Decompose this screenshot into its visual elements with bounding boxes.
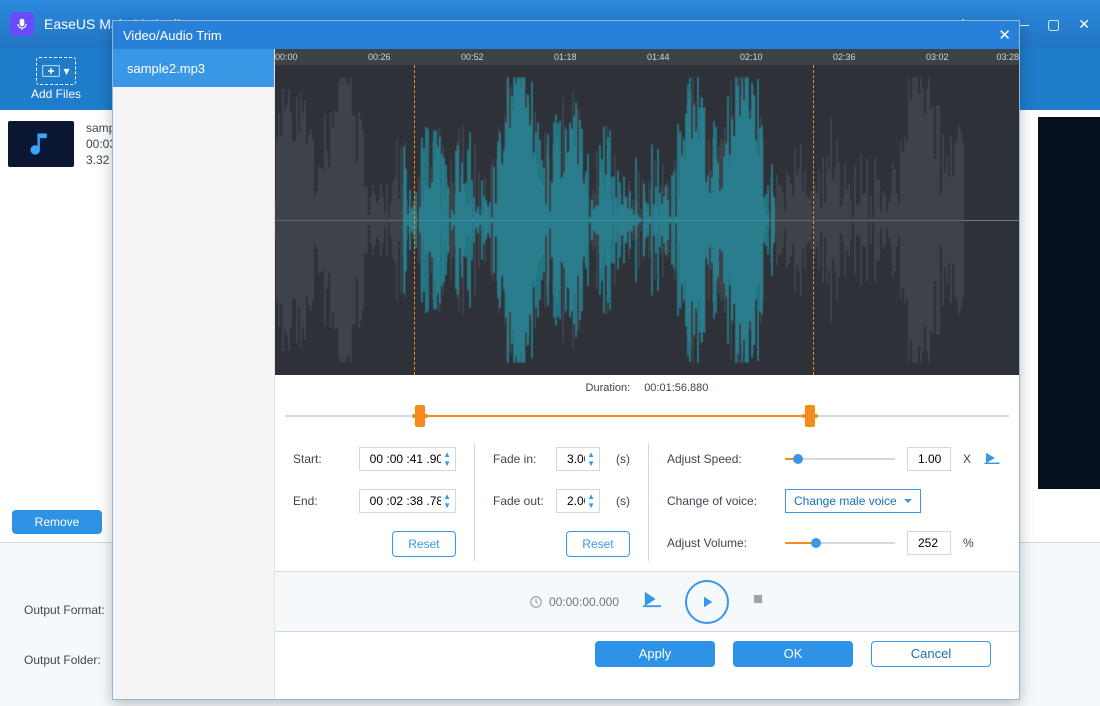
end-label: End: [293, 494, 347, 508]
window-close-icon[interactable]: ✕ [1078, 16, 1090, 33]
volume-value[interactable] [907, 531, 951, 555]
apply-button[interactable]: Apply [595, 641, 715, 667]
voice-select[interactable]: Change male voice [785, 489, 921, 513]
duration-label: Duration: [586, 382, 631, 394]
selection-overlay[interactable] [414, 65, 814, 375]
output-folder-label: Output Folder: [24, 653, 101, 667]
reset-fade-button[interactable]: Reset [566, 531, 630, 557]
volume-slider[interactable] [785, 536, 895, 550]
app-logo-icon [10, 12, 34, 36]
stop-button[interactable] [751, 592, 765, 611]
ok-button[interactable]: OK [733, 641, 853, 667]
reset-start-end-button[interactable]: Reset [392, 531, 456, 557]
output-format-label: Output Format: [24, 603, 105, 617]
fade-in-label: Fade in: [493, 452, 544, 466]
start-input[interactable]: ▲▼ [359, 447, 456, 471]
add-files-button[interactable]: ▾ Add Files [0, 48, 112, 110]
spin-down-icon[interactable]: ▼ [443, 459, 451, 468]
range-handle-end[interactable] [805, 405, 815, 427]
range-slider[interactable] [285, 401, 1009, 431]
waveform[interactable] [275, 65, 1019, 375]
preview-play-icon[interactable] [983, 451, 1001, 468]
dialog-sidebar: sample2.mp3 [113, 49, 275, 699]
export-icon[interactable] [641, 590, 663, 613]
remove-button[interactable]: Remove [12, 510, 102, 534]
volume-label: Adjust Volume: [667, 536, 773, 550]
dialog-title: Video/Audio Trim [123, 28, 222, 43]
voice-label: Change of voice: [667, 494, 773, 508]
timeline-ruler: 00:0000:2600:5201:1801:4402:1002:3603:02… [275, 49, 1019, 65]
range-handle-start[interactable] [415, 405, 425, 427]
speed-value[interactable] [907, 447, 951, 471]
dialog-close-icon[interactable]: ✕ [998, 26, 1011, 44]
speed-label: Adjust Speed: [667, 452, 773, 466]
start-label: Start: [293, 452, 347, 466]
fade-in-input[interactable]: ▲▼ [556, 447, 600, 471]
preview-pane [1038, 117, 1100, 489]
spin-up-icon[interactable]: ▲ [443, 450, 451, 459]
duration-value: 00:01:56.880 [644, 382, 708, 394]
window-maximize-icon[interactable]: ▢ [1047, 16, 1060, 33]
trim-dialog: Video/Audio Trim ✕ sample2.mp3 00:0000:2… [112, 20, 1020, 700]
clock-icon [529, 595, 543, 609]
playback-bar: 00:00:00.000 [275, 571, 1019, 631]
dialog-titlebar[interactable]: Video/Audio Trim ✕ [113, 21, 1019, 49]
sidebar-file-item[interactable]: sample2.mp3 [113, 49, 274, 87]
end-input[interactable]: ▲▼ [359, 489, 456, 513]
cancel-button[interactable]: Cancel [871, 641, 991, 667]
playback-time: 00:00:00.000 [549, 595, 619, 609]
file-thumb-icon [8, 121, 74, 167]
speed-slider[interactable] [785, 452, 895, 466]
fade-out-input[interactable]: ▲▼ [556, 489, 600, 513]
fade-out-label: Fade out: [493, 494, 544, 508]
play-button[interactable] [685, 580, 729, 624]
add-files-icon: ▾ [36, 57, 76, 85]
